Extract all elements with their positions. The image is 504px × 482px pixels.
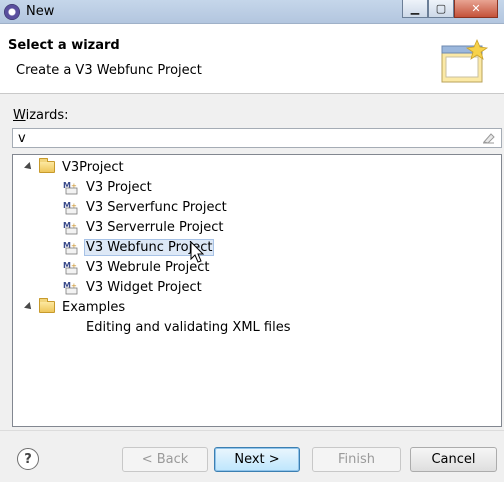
finish-button[interactable]: Finish — [312, 447, 401, 472]
v3-project-icon: M + — [63, 281, 78, 295]
expand-arrow-icon[interactable] — [24, 162, 34, 172]
blank-icon — [63, 319, 79, 335]
maximize-icon: ▢ — [435, 2, 447, 15]
mouse-pointer-icon — [190, 241, 205, 263]
tree-item-label: V3 Serverrule Project — [86, 219, 224, 235]
window-title: New — [26, 4, 55, 19]
wizard-header: Select a wizard Create a V3 Webfunc Proj… — [0, 24, 504, 94]
tree-item-label: V3 Serverfunc Project — [86, 199, 227, 215]
close-button[interactable]: ✕ — [454, 0, 498, 18]
tree-node-label: Examples — [62, 299, 126, 315]
v3-project-icon: M + — [63, 221, 78, 235]
minimize-button[interactable]: ▁ — [402, 0, 428, 18]
tree-item-label: V3 Widget Project — [86, 279, 202, 295]
minimize-icon: ▁ — [410, 2, 420, 15]
wizards-label: Wizards: — [13, 108, 69, 123]
maximize-button[interactable]: ▢ — [428, 0, 454, 18]
tree-item-v3-serverrule-project[interactable]: M + V3 Serverrule Project — [63, 217, 226, 237]
close-icon: ✕ — [471, 2, 481, 15]
folder-icon — [39, 158, 55, 173]
eclipse-icon — [4, 4, 20, 20]
folder-icon — [39, 298, 55, 313]
tree-node-examples[interactable]: Examples — [23, 297, 127, 317]
tree-node-v3project[interactable]: V3Project — [23, 157, 126, 177]
v3-project-icon: M + — [63, 181, 78, 195]
clear-filter-icon[interactable] — [482, 132, 495, 144]
help-button[interactable]: ? — [17, 448, 39, 470]
v3-project-icon: M + — [63, 261, 78, 275]
tree-item-label: V3 Project — [86, 179, 152, 195]
expand-arrow-icon[interactable] — [24, 302, 34, 312]
new-wizard-banner-icon — [441, 38, 489, 83]
title-bar: New ▁ ▢ ✕ — [0, 0, 504, 24]
tree-item-xml-example[interactable]: Editing and validating XML files — [63, 317, 293, 337]
tree-item-v3-widget-project[interactable]: M + V3 Widget Project — [63, 277, 204, 297]
tree-item-v3-serverfunc-project[interactable]: M + V3 Serverfunc Project — [63, 197, 229, 217]
page-title: Select a wizard — [8, 38, 120, 53]
window-controls: ▁ ▢ ✕ — [402, 0, 498, 18]
cancel-button[interactable]: Cancel — [410, 447, 497, 472]
help-icon: ? — [24, 451, 32, 467]
filter-text: v — [18, 131, 26, 146]
wizard-filter-input[interactable]: v — [12, 128, 502, 148]
v3-project-icon: M + — [63, 241, 78, 255]
tree-item-label: Editing and validating XML files — [86, 319, 291, 335]
v3-project-icon: M + — [63, 201, 78, 215]
tree-node-label: V3Project — [62, 159, 124, 175]
wizard-tree[interactable]: V3Project M + V3 Project M + V3 Serverfunc… — [12, 154, 502, 427]
next-button[interactable]: Next > — [214, 447, 300, 472]
footer-separator — [0, 430, 504, 431]
tree-item-v3-project[interactable]: M + V3 Project — [63, 177, 154, 197]
page-description: Create a V3 Webfunc Project — [16, 63, 202, 78]
back-button[interactable]: < Back — [122, 447, 208, 472]
